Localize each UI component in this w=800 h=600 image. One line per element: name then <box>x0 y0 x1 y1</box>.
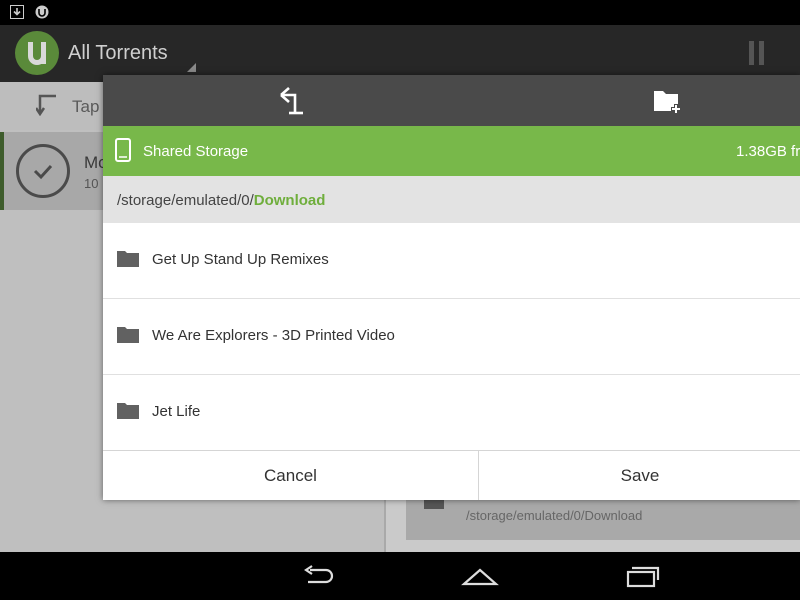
arrow-down-left-icon <box>36 94 56 116</box>
title-dropdown-caret <box>187 63 196 72</box>
folder-name: Get Up Stand Up Remixes <box>152 251 329 268</box>
folder-chooser-dialog: Shared Storage 1.38GB fr /storage/emulat… <box>103 75 800 500</box>
status-bar <box>0 0 800 25</box>
folder-list-item[interactable]: Get Up Stand Up Remixes <box>103 223 800 299</box>
utorrent-notification-icon <box>35 5 49 19</box>
phone-icon <box>115 138 131 162</box>
cancel-button[interactable]: Cancel <box>103 451 479 500</box>
pause-icon[interactable] <box>749 41 765 65</box>
path-prefix: /storage/emulated/0/ <box>117 192 254 209</box>
arrow-up-left-icon <box>280 87 303 115</box>
action-bar: All Torrents <box>0 25 800 82</box>
parent-folder-button[interactable] <box>273 83 313 119</box>
dialog-toolbar <box>103 75 800 126</box>
storage-free-space: 1.38GB fr <box>736 143 800 160</box>
item-accent-bar <box>0 132 4 210</box>
app-title[interactable]: All Torrents <box>68 42 168 65</box>
utorrent-logo-icon[interactable] <box>14 30 60 76</box>
download-location-path: /storage/emulated/0/Download <box>466 508 643 523</box>
folder-icon <box>117 403 139 419</box>
path-current-folder: Download <box>253 192 326 209</box>
folder-list-item[interactable]: Jet Life <box>103 375 800 451</box>
folder-name: Jet Life <box>152 403 201 420</box>
save-button[interactable]: Save <box>480 451 800 500</box>
check-icon <box>33 164 53 180</box>
current-path-bar: /storage/emulated/0/Download <box>103 176 800 223</box>
folder-icon <box>117 327 139 343</box>
download-notification-icon <box>10 5 24 19</box>
completed-check-icon <box>16 144 70 198</box>
torrent-item-subtitle: 10 <box>84 176 99 191</box>
storage-selector[interactable]: Shared Storage 1.38GB fr <box>103 126 800 176</box>
home-icon[interactable] <box>461 564 499 588</box>
dialog-button-bar: Cancel Save <box>103 450 800 500</box>
folder-icon <box>117 251 139 267</box>
current-path: /storage/emulated/0/Download <box>117 192 325 209</box>
recents-icon[interactable] <box>624 564 660 588</box>
storage-name: Shared Storage <box>143 143 249 160</box>
folder-list-item[interactable]: We Are Explorers - 3D Printed Video <box>103 299 800 375</box>
new-folder-button[interactable] <box>648 83 688 119</box>
folder-name: We Are Explorers - 3D Printed Video <box>152 327 395 344</box>
navigation-bar <box>0 552 800 600</box>
tap-hint-text: Tap <box>72 97 100 116</box>
back-icon[interactable] <box>300 564 336 588</box>
new-folder-icon <box>654 91 681 114</box>
